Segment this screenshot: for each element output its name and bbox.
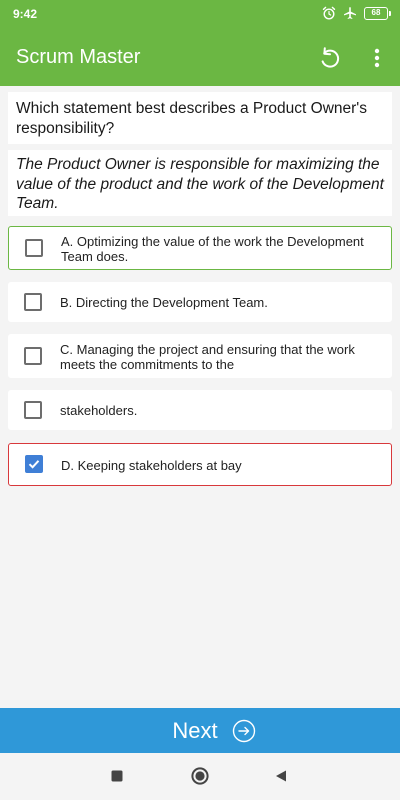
more-vert-icon [374,48,380,68]
option-label: D. Keeping stakeholders at bay [61,458,242,473]
checkbox[interactable] [24,401,42,419]
checkbox[interactable] [24,347,42,365]
check-icon [28,460,40,469]
circle-icon [191,767,209,785]
option-label: C. Managing the project and ensuring tha… [60,342,355,372]
answer-option-stakeholders[interactable]: stakeholders. [8,390,392,430]
option-label: A. Optimizing the value of the work the … [61,234,364,264]
answer-option-b[interactable]: B. Directing the Development Team. [8,282,392,322]
system-navigation-bar [0,753,400,800]
next-label: Next [172,717,218,743]
more-options-button[interactable] [362,42,392,74]
reset-icon [321,47,340,68]
app-bar: Scrum Master [0,28,400,86]
app-title: Scrum Master [16,46,141,68]
airplane-mode-icon [344,7,356,19]
square-icon [111,770,123,782]
option-label: stakeholders. [60,403,138,418]
status-icons: 68 [322,6,391,20]
battery-level: 68 [371,8,381,17]
status-bar: 9:42 68 [0,0,400,28]
battery-icon: 68 [364,6,391,20]
status-time: 9:42 [13,7,38,21]
option-label: B. Directing the Development Team. [60,295,268,310]
arrow-right-circle-icon [232,719,255,742]
recents-button[interactable] [104,765,130,787]
next-button[interactable]: Next [0,708,400,753]
checkbox[interactable] [24,293,42,311]
home-button[interactable] [187,765,213,787]
alarm-icon [322,6,336,20]
checkbox-checked[interactable] [25,455,43,473]
question-prompt: The Product Owner is responsible for max… [8,150,392,216]
triangle-back-icon [276,770,286,782]
checkbox[interactable] [25,239,43,257]
answer-option-c[interactable]: C. Managing the project and ensuring tha… [8,334,392,378]
answer-option-d[interactable]: D. Keeping stakeholders at bay [8,443,392,486]
back-button[interactable] [268,765,294,787]
reset-button[interactable] [312,42,348,74]
answer-option-a[interactable]: A. Optimizing the value of the work the … [8,226,392,270]
question-text: Which statement best describes a Product… [8,92,392,144]
